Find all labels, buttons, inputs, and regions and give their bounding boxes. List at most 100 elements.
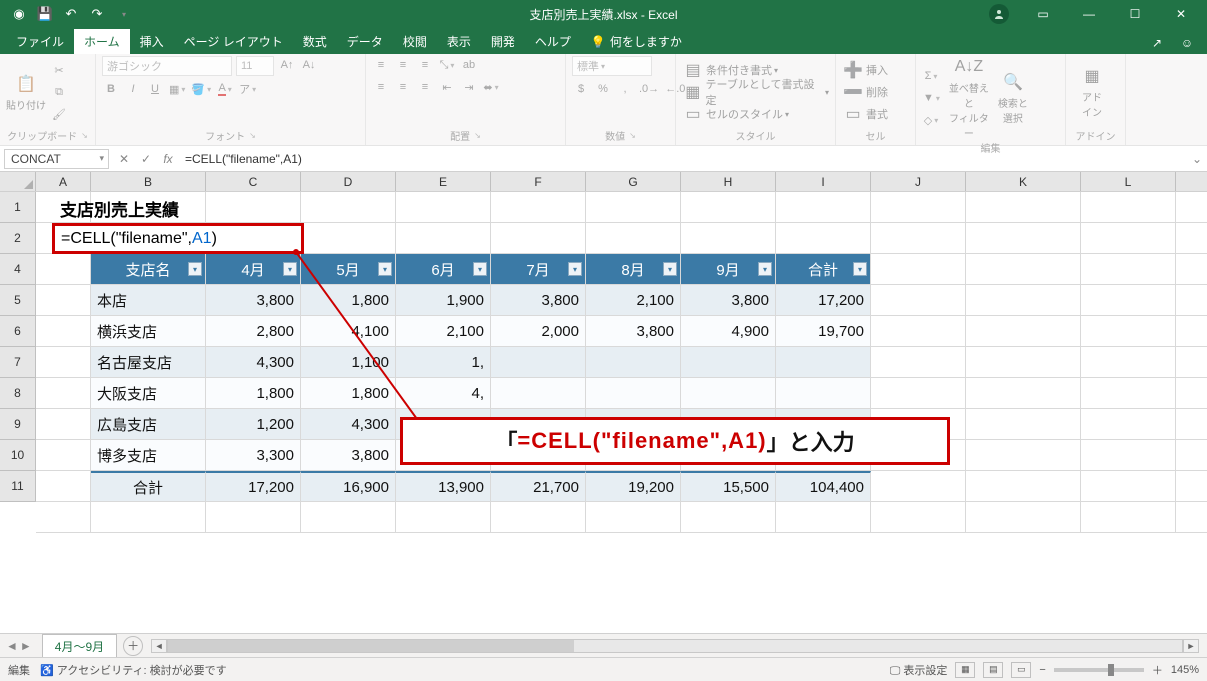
select-all-corner[interactable] — [0, 172, 36, 191]
fill-icon[interactable]: ▼ — [922, 89, 941, 107]
scroll-left-icon[interactable]: ◄ — [151, 639, 167, 653]
font-name-select[interactable]: 游ゴシック — [102, 56, 232, 76]
tab-home[interactable]: ホーム — [74, 29, 130, 54]
row-header[interactable]: 8 — [0, 378, 36, 409]
font-color-icon[interactable]: A — [216, 80, 234, 98]
increase-indent-icon[interactable]: ⇥ — [460, 78, 478, 96]
filter-icon[interactable]: ▾ — [283, 262, 297, 276]
tab-insert[interactable]: 挿入 — [130, 29, 174, 54]
zoom-in-button[interactable]: ＋ — [1152, 662, 1163, 678]
paste-button[interactable]: 📋 貼り付け — [6, 73, 46, 112]
col-header[interactable]: F — [491, 172, 586, 191]
autosum-icon[interactable]: Σ — [922, 67, 940, 85]
filter-icon[interactable]: ▾ — [663, 262, 677, 276]
undo-icon[interactable]: ↶ — [60, 3, 82, 25]
decrease-font-icon[interactable]: A↓ — [300, 56, 318, 74]
display-settings-button[interactable]: 🖵 表示設定 — [890, 662, 948, 678]
tab-view[interactable]: 表示 — [437, 29, 481, 54]
decrease-indent-icon[interactable]: ⇤ — [438, 78, 456, 96]
col-header[interactable]: L — [1081, 172, 1176, 191]
cell-styles-button[interactable]: ▭セルのスタイル▾ — [682, 104, 829, 124]
clear-icon[interactable]: ◇ — [922, 111, 940, 129]
add-sheet-button[interactable]: ＋ — [123, 636, 143, 656]
table-header[interactable]: 4月▾ — [206, 254, 301, 284]
format-cells-button[interactable]: ▭書式 — [842, 104, 888, 124]
name-box[interactable]: CONCAT — [4, 149, 109, 169]
tell-me-search[interactable]: 💡 何をしますか — [581, 29, 692, 54]
underline-button[interactable]: U — [146, 80, 164, 98]
filter-icon[interactable]: ▾ — [473, 262, 487, 276]
row-header[interactable]: 4 — [0, 254, 36, 285]
table-header[interactable]: 6月▾ — [396, 254, 491, 284]
tab-formulas[interactable]: 数式 — [293, 29, 337, 54]
save-icon[interactable]: 💾 — [34, 3, 56, 25]
zoom-out-button[interactable]: − — [1039, 664, 1045, 676]
table-header[interactable]: 5月▾ — [301, 254, 396, 284]
col-header[interactable]: J — [871, 172, 966, 191]
col-header[interactable]: G — [586, 172, 681, 191]
font-size-select[interactable]: 11 — [236, 56, 274, 76]
sort-filter-button[interactable]: A↓Z 並べ替えと フィルター — [949, 56, 989, 140]
row-header[interactable]: 10 — [0, 440, 36, 471]
filter-icon[interactable]: ▾ — [378, 262, 392, 276]
merge-center-icon[interactable]: ⬌ — [482, 78, 500, 96]
col-header[interactable]: I — [776, 172, 871, 191]
col-header[interactable]: E — [396, 172, 491, 191]
row-header[interactable]: 9 — [0, 409, 36, 440]
row-header[interactable]: 7 — [0, 347, 36, 378]
tab-review[interactable]: 校閲 — [393, 29, 437, 54]
row-header[interactable]: 5 — [0, 285, 36, 316]
increase-font-icon[interactable]: A↑ — [278, 56, 296, 74]
dialog-launcher-icon[interactable]: ↘ — [249, 131, 256, 140]
col-header[interactable]: A — [36, 172, 91, 191]
accounting-format-icon[interactable]: $ — [572, 80, 590, 98]
scroll-right-icon[interactable]: ► — [1183, 639, 1199, 653]
insert-cells-button[interactable]: ➕挿入 — [842, 60, 888, 80]
table-header[interactable]: 8月▾ — [586, 254, 681, 284]
col-header[interactable]: D — [301, 172, 396, 191]
ribbon-display-options-icon[interactable]: ▭ — [1021, 0, 1065, 28]
tab-file[interactable]: ファイル — [6, 29, 74, 54]
table-header[interactable]: 9月▾ — [681, 254, 776, 284]
phonetic-icon[interactable]: ア — [238, 80, 257, 98]
number-format-select[interactable]: 標準 — [572, 56, 652, 76]
col-header[interactable]: H — [681, 172, 776, 191]
addins-button[interactable]: ▦ アド イン — [1072, 65, 1112, 119]
share-button[interactable]: ↗ — [1143, 32, 1171, 54]
align-right-icon[interactable]: ≡ — [416, 78, 434, 96]
accessibility-status[interactable]: ♿ アクセシビリティ: 検討が必要です — [40, 662, 227, 678]
row-header[interactable]: 6 — [0, 316, 36, 347]
border-icon[interactable]: ▦ — [168, 80, 186, 98]
zoom-slider[interactable] — [1054, 668, 1144, 672]
redo-icon[interactable]: ↷ — [86, 3, 108, 25]
align-center-icon[interactable]: ≡ — [394, 78, 412, 96]
fill-color-icon[interactable]: 🪣 — [190, 80, 212, 98]
copy-icon[interactable]: ⧉ — [50, 83, 68, 101]
percent-format-icon[interactable]: % — [594, 80, 612, 98]
col-header[interactable]: B — [91, 172, 206, 191]
row-header[interactable]: 1 — [0, 192, 36, 223]
page-break-view-icon[interactable]: ▭ — [1011, 662, 1031, 678]
find-select-button[interactable]: 🔍 検索と 選択 — [993, 71, 1033, 125]
filter-icon[interactable]: ▾ — [568, 262, 582, 276]
filter-icon[interactable]: ▾ — [853, 262, 867, 276]
dialog-launcher-icon[interactable]: ↘ — [81, 131, 88, 140]
row-header[interactable]: 2 — [0, 223, 36, 254]
table-header[interactable]: 合計▾ — [776, 254, 871, 284]
qat-customize-icon[interactable] — [112, 3, 134, 25]
autosave-toggle[interactable]: ◉ — [8, 3, 30, 25]
horizontal-scrollbar[interactable]: ◄ ► — [151, 639, 1199, 653]
align-bottom-icon[interactable]: ≡ — [416, 56, 434, 74]
page-layout-view-icon[interactable]: ▤ — [983, 662, 1003, 678]
format-painter-icon[interactable]: 🖌 — [50, 105, 68, 123]
sheet-nav-next-icon[interactable]: ► — [20, 639, 32, 653]
cut-icon[interactable]: ✂ — [50, 61, 68, 79]
expand-formula-bar-icon[interactable]: ⌄ — [1187, 152, 1207, 166]
close-button[interactable]: ✕ — [1159, 0, 1203, 28]
tab-page-layout[interactable]: ページ レイアウト — [174, 29, 293, 54]
col-header[interactable]: C — [206, 172, 301, 191]
align-left-icon[interactable]: ≡ — [372, 78, 390, 96]
zoom-level[interactable]: 145% — [1171, 664, 1199, 676]
cancel-formula-icon[interactable]: ✕ — [113, 148, 135, 170]
table-header[interactable]: 支店名▾ — [91, 254, 206, 284]
